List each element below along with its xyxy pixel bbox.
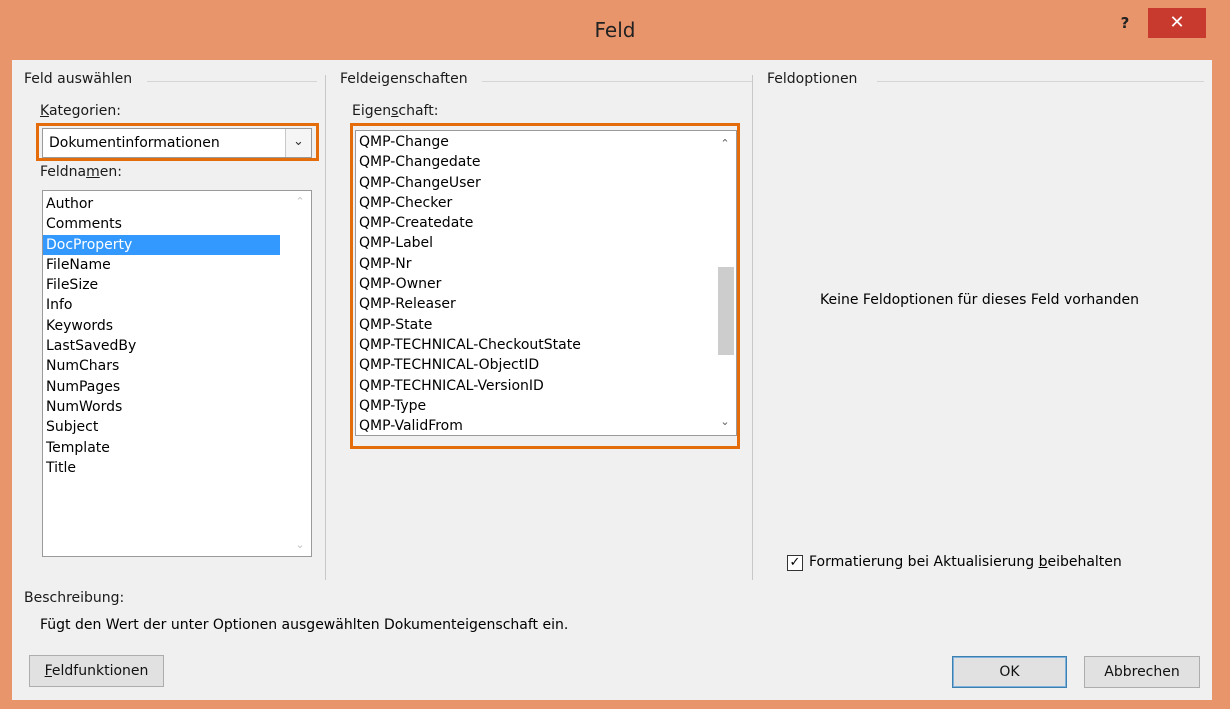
help-button[interactable]: ? (1110, 14, 1140, 38)
list-item[interactable]: FileSize (43, 275, 280, 295)
property-label: Eigenschaft: (352, 103, 439, 119)
fieldnames-label: Feldnamen: (40, 164, 122, 180)
scroll-down-icon[interactable]: ⌄ (289, 536, 311, 554)
dialog-title: Feld (594, 18, 636, 42)
list-item[interactable]: Template (43, 438, 280, 458)
window-frame-bottom (0, 700, 1230, 709)
window-frame-left (0, 60, 12, 709)
preserve-formatting-label[interactable]: Formatierung bei Aktualisierung beibehal… (809, 554, 1122, 570)
highlight-box-properties (350, 123, 740, 449)
ok-button[interactable]: OK (952, 656, 1067, 688)
list-item[interactable]: Comments (43, 214, 280, 234)
cancel-button[interactable]: Abbrechen (1084, 656, 1200, 688)
description-label: Beschreibung: (24, 590, 125, 606)
fieldnames-scrollbar[interactable]: ⌃ ⌄ (289, 191, 311, 556)
list-item[interactable]: Author (43, 194, 280, 214)
list-item[interactable]: NumChars (43, 356, 280, 376)
column-divider (325, 75, 326, 580)
group-divider (482, 81, 752, 82)
list-item[interactable]: Subject (43, 417, 280, 437)
categories-label: Kategorien: (40, 103, 121, 119)
group-title-field-properties: Feldeigenschaften (340, 71, 468, 87)
group-title-field-options: Feldoptionen (767, 71, 858, 87)
list-item[interactable]: LastSavedBy (43, 336, 280, 356)
no-options-message: Keine Feldoptionen für dieses Feld vorha… (820, 292, 1140, 308)
list-item[interactable]: Keywords (43, 316, 280, 336)
list-item[interactable]: FileName (43, 255, 280, 275)
window-frame-right (1212, 60, 1230, 709)
fieldnames-listbox[interactable]: Author Comments DocProperty FileName FileSiz… (42, 190, 312, 557)
list-item[interactable]: NumPages (43, 377, 280, 397)
group-title-field-select: Feld auswählen (24, 71, 133, 87)
list-item[interactable]: Info (43, 295, 280, 315)
highlight-box-categories (36, 123, 319, 161)
scroll-up-icon[interactable]: ⌃ (289, 193, 311, 211)
close-button[interactable]: ✕ (1148, 8, 1206, 38)
preserve-formatting-checkbox[interactable]: ✓ (787, 555, 803, 571)
list-item[interactable]: NumWords (43, 397, 280, 417)
list-item[interactable]: DocProperty (43, 234, 280, 255)
group-divider (147, 81, 317, 82)
field-codes-button[interactable]: Feldfunktionen (29, 655, 164, 687)
column-divider (752, 75, 753, 580)
dialog-body: Feld auswählen Kategorien: Dokumentinfor… (12, 60, 1212, 700)
description-text: Fügt den Wert der unter Optionen ausgewä… (40, 617, 569, 633)
list-item[interactable]: Title (43, 458, 280, 478)
group-divider (877, 81, 1204, 82)
